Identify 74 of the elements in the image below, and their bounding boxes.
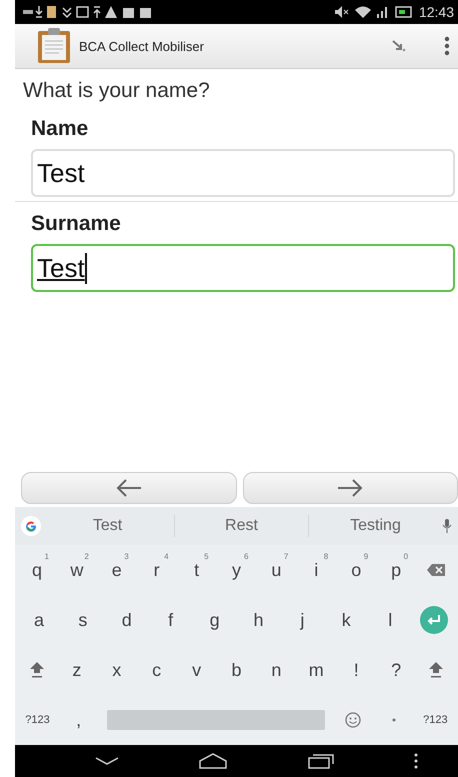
key-hint: 7 bbox=[284, 552, 288, 561]
keyboard-key[interactable]: u 7 bbox=[256, 548, 296, 592]
field-label: Name bbox=[30, 116, 90, 142]
keyboard-key[interactable]: c bbox=[136, 648, 177, 692]
keyboard-key[interactable]: y 6 bbox=[216, 548, 256, 592]
keyboard-key[interactable]: h bbox=[236, 598, 280, 642]
keyboard-key[interactable]: d bbox=[104, 598, 149, 642]
dot-icon bbox=[392, 718, 396, 722]
status-time: 12:43 bbox=[418, 4, 454, 20]
key-hint: 5 bbox=[204, 552, 209, 561]
left-arrow-icon bbox=[116, 479, 142, 497]
keyboard-key[interactable]: s bbox=[60, 598, 105, 642]
shift-icon bbox=[428, 661, 444, 679]
keyboard-key[interactable]: b bbox=[216, 648, 256, 692]
home-icon bbox=[199, 753, 228, 769]
recent-apps-icon bbox=[308, 753, 334, 769]
keyboard-key[interactable]: v bbox=[176, 648, 217, 692]
forward-button[interactable] bbox=[242, 472, 458, 504]
key-hint: 4 bbox=[164, 552, 169, 561]
word-suggestion[interactable]: Testing bbox=[309, 515, 442, 537]
app-title: BCA Collect Mobiliser bbox=[79, 38, 205, 54]
key-hint: 6 bbox=[244, 552, 248, 561]
keyboard-key[interactable]: a bbox=[17, 598, 61, 642]
keyboard-key[interactable]: m bbox=[296, 648, 336, 692]
keyboard-key[interactable]: ? bbox=[376, 648, 416, 692]
overflow-menu-icon bbox=[414, 753, 418, 769]
back-nav-icon bbox=[95, 757, 120, 765]
mute-icon bbox=[334, 6, 349, 18]
wifi-icon bbox=[354, 6, 371, 18]
microphone-icon bbox=[442, 519, 452, 533]
keyboard-key[interactable]: k bbox=[324, 598, 368, 642]
signal-icon bbox=[376, 6, 389, 18]
enter-icon bbox=[420, 606, 448, 634]
overflow-menu-icon bbox=[444, 36, 450, 56]
key-hint: 0 bbox=[404, 552, 408, 561]
word-suggestion[interactable]: Rest bbox=[175, 515, 309, 537]
symbols-key[interactable]: ?123 bbox=[414, 698, 456, 742]
keyboard-key[interactable]: z bbox=[56, 648, 97, 692]
backspace-icon bbox=[427, 564, 446, 576]
keyboard-key[interactable]: t 5 bbox=[176, 548, 217, 592]
key-hint: 9 bbox=[364, 552, 368, 561]
key-hint: 8 bbox=[324, 552, 328, 561]
field-label: Surname bbox=[30, 211, 122, 237]
right-arrow-icon bbox=[337, 479, 364, 497]
keyboard-key[interactable]: w 2 bbox=[56, 548, 97, 592]
keyboard-key[interactable]: o 9 bbox=[336, 548, 376, 592]
key-hint: 2 bbox=[84, 552, 89, 561]
question-text: What is your name? bbox=[22, 78, 211, 104]
keyboard-key[interactable]: n bbox=[256, 648, 296, 692]
arrow-icon bbox=[392, 40, 406, 52]
keyboard-key[interactable]: r 4 bbox=[136, 548, 177, 592]
keyboard-key[interactable]: ! bbox=[336, 648, 376, 692]
keyboard-key[interactable]: g bbox=[192, 598, 237, 642]
shift-icon bbox=[28, 661, 45, 679]
back-button[interactable] bbox=[21, 472, 236, 504]
keyboard-key[interactable]: x bbox=[96, 648, 137, 692]
keyboard-key[interactable]: l bbox=[368, 598, 412, 642]
text-field[interactable]: Test bbox=[31, 244, 455, 292]
clipboard-icon bbox=[37, 28, 71, 64]
key-hint: 3 bbox=[124, 552, 129, 561]
keyboard-key[interactable]: j bbox=[280, 598, 324, 642]
keyboard-key[interactable]: e 3 bbox=[96, 548, 137, 592]
keyboard-key[interactable]: f bbox=[148, 598, 193, 642]
google-logo-icon bbox=[21, 516, 41, 536]
smiley-icon bbox=[345, 712, 362, 728]
keyboard-key[interactable]: i 8 bbox=[296, 548, 336, 592]
battery-icon bbox=[394, 6, 413, 18]
key-hint: 1 bbox=[44, 552, 49, 561]
symbols-key[interactable]: ?123 bbox=[17, 698, 58, 742]
word-suggestion[interactable]: Test bbox=[41, 515, 175, 537]
keyboard-key[interactable]: q 1 bbox=[17, 548, 57, 592]
keyboard-key[interactable]: , bbox=[58, 698, 100, 742]
text-field[interactable]: Test bbox=[31, 149, 455, 197]
keyboard-key[interactable]: p 0 bbox=[376, 548, 416, 592]
